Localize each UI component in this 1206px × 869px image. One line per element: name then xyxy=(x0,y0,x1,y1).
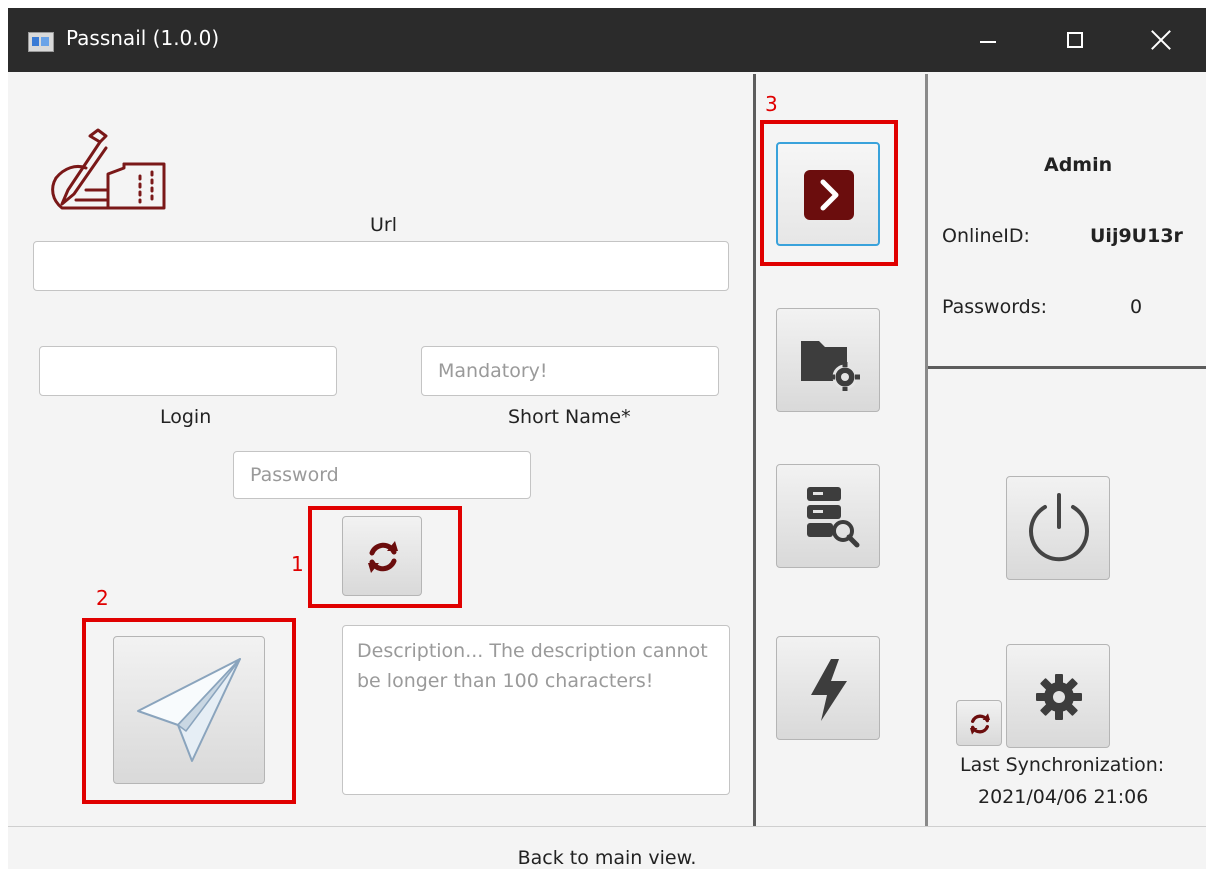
divider-left xyxy=(753,74,756,826)
hand-pen-logo-icon xyxy=(51,128,166,210)
generate-password-button[interactable] xyxy=(342,516,422,596)
window-title: Passnail (1.0.0) xyxy=(66,26,220,50)
app-icon xyxy=(28,32,54,52)
sync-button[interactable] xyxy=(956,700,1002,746)
power-icon xyxy=(1029,493,1089,562)
lightning-button[interactable] xyxy=(776,636,880,740)
account-divider xyxy=(928,366,1206,369)
status-bar: Back to main view. xyxy=(8,826,1206,869)
passwords-count: 0 xyxy=(1130,296,1143,318)
passwords-label: Passwords: xyxy=(942,296,1048,318)
maximize-button[interactable] xyxy=(1046,18,1106,62)
save-entry-button[interactable] xyxy=(113,636,265,784)
paper-plane-icon xyxy=(137,658,241,762)
logout-button[interactable] xyxy=(1006,476,1110,580)
refresh-icon xyxy=(368,541,398,573)
chevron-right-icon xyxy=(804,170,854,220)
login-label: Login xyxy=(160,406,212,428)
database-search-icon xyxy=(807,487,860,548)
gear-icon xyxy=(1036,674,1082,720)
lightning-icon xyxy=(811,659,847,721)
minimize-button[interactable] xyxy=(958,18,1018,62)
password-input[interactable] xyxy=(233,451,531,499)
database-search-button[interactable] xyxy=(776,464,880,568)
annotation-marker-2: 2 xyxy=(96,586,109,610)
close-button[interactable] xyxy=(1132,18,1192,62)
url-input[interactable] xyxy=(33,241,729,291)
username-label: Admin xyxy=(1044,154,1113,176)
description-textarea[interactable] xyxy=(342,625,730,795)
last-sync-label: Last Synchronization: xyxy=(960,754,1165,776)
folder-gear-icon xyxy=(801,341,860,391)
status-text: Back to main view. xyxy=(517,847,697,869)
url-label: Url xyxy=(370,214,397,236)
app-window: Passnail (1.0.0) Url Login Short Name* 1 xyxy=(8,8,1206,869)
back-to-main-button[interactable] xyxy=(776,142,880,246)
last-sync-value: 2021/04/06 21:06 xyxy=(978,786,1149,808)
login-input[interactable] xyxy=(39,346,337,396)
settings-button[interactable] xyxy=(1006,644,1110,748)
folder-settings-button[interactable] xyxy=(776,308,880,412)
sync-icon xyxy=(970,713,990,735)
annotation-marker-3: 3 xyxy=(765,92,778,116)
short-name-input[interactable] xyxy=(421,346,719,396)
annotation-marker-1: 1 xyxy=(291,552,304,576)
short-name-label: Short Name* xyxy=(508,406,631,428)
online-id-label: OnlineID: xyxy=(942,225,1030,247)
divider-right xyxy=(925,74,928,826)
online-id-value: Uij9U13r xyxy=(1090,225,1183,247)
title-bar: Passnail (1.0.0) xyxy=(8,8,1206,72)
